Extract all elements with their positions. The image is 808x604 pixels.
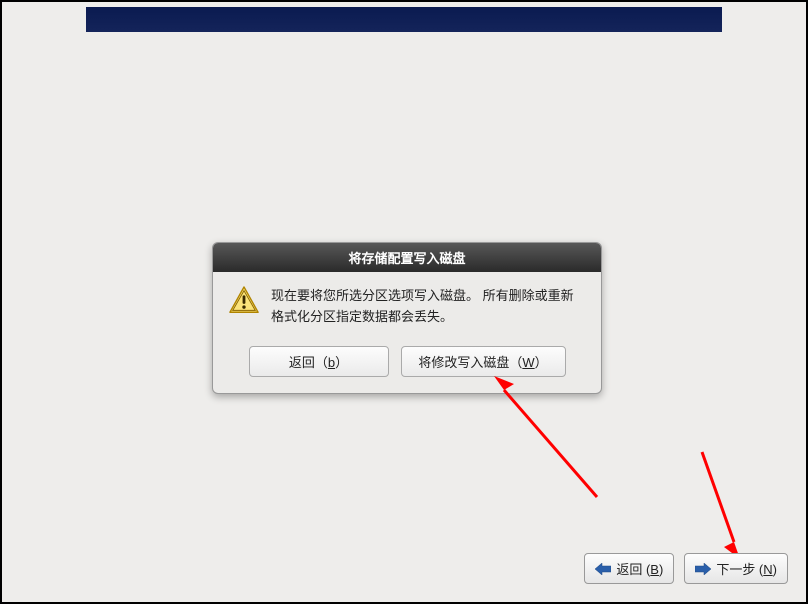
top-banner [86,7,722,32]
dialog-back-button[interactable]: 返回（b） [249,346,389,377]
dialog-title: 将存储配置写入磁盘 [213,243,601,272]
dialog-button-row: 返回（b） 将修改写入磁盘（W） [229,346,585,377]
footer-next-button[interactable]: 下一步 (N) [684,553,788,584]
dialog-back-label-suffix: ） [335,355,348,370]
footer-back-label-suffix: ) [659,562,663,577]
dialog-write-mnemonic: W [522,355,534,370]
dialog-write-label-suffix: ） [535,355,548,370]
annotation-arrow-2 [692,447,752,562]
footer-back-label-prefix: 返回 ( [616,562,650,577]
footer-next-label-prefix: 下一步 ( [716,562,763,577]
dialog-back-label-prefix: 返回（ [289,355,328,370]
footer-next-mnemonic: N [763,562,772,577]
write-storage-dialog: 将存储配置写入磁盘 现在要将您所选分区选项写入磁盘。 所有删除或重新格式化分区指… [212,242,602,394]
warning-icon [229,286,259,314]
footer-back-mnemonic: B [650,562,659,577]
dialog-write-button[interactable]: 将修改写入磁盘（W） [401,346,566,377]
dialog-body: 现在要将您所选分区选项写入磁盘。 所有删除或重新格式化分区指定数据都会丢失。 返… [213,272,601,393]
footer-back-button[interactable]: 返回 (B) [584,553,674,584]
installer-window: 将存储配置写入磁盘 现在要将您所选分区选项写入磁盘。 所有删除或重新格式化分区指… [0,0,808,604]
arrow-right-icon [695,563,711,575]
footer-next-label-suffix: ) [773,562,777,577]
footer-buttons: 返回 (B) 下一步 (N) [584,553,788,584]
dialog-write-label-prefix: 将修改写入磁盘（ [418,355,522,370]
dialog-message: 现在要将您所选分区选项写入磁盘。 所有删除或重新格式化分区指定数据都会丢失。 [271,286,585,328]
dialog-title-text: 将存储配置写入磁盘 [348,251,465,266]
message-row: 现在要将您所选分区选项写入磁盘。 所有删除或重新格式化分区指定数据都会丢失。 [229,286,585,328]
arrow-left-icon [595,563,611,575]
